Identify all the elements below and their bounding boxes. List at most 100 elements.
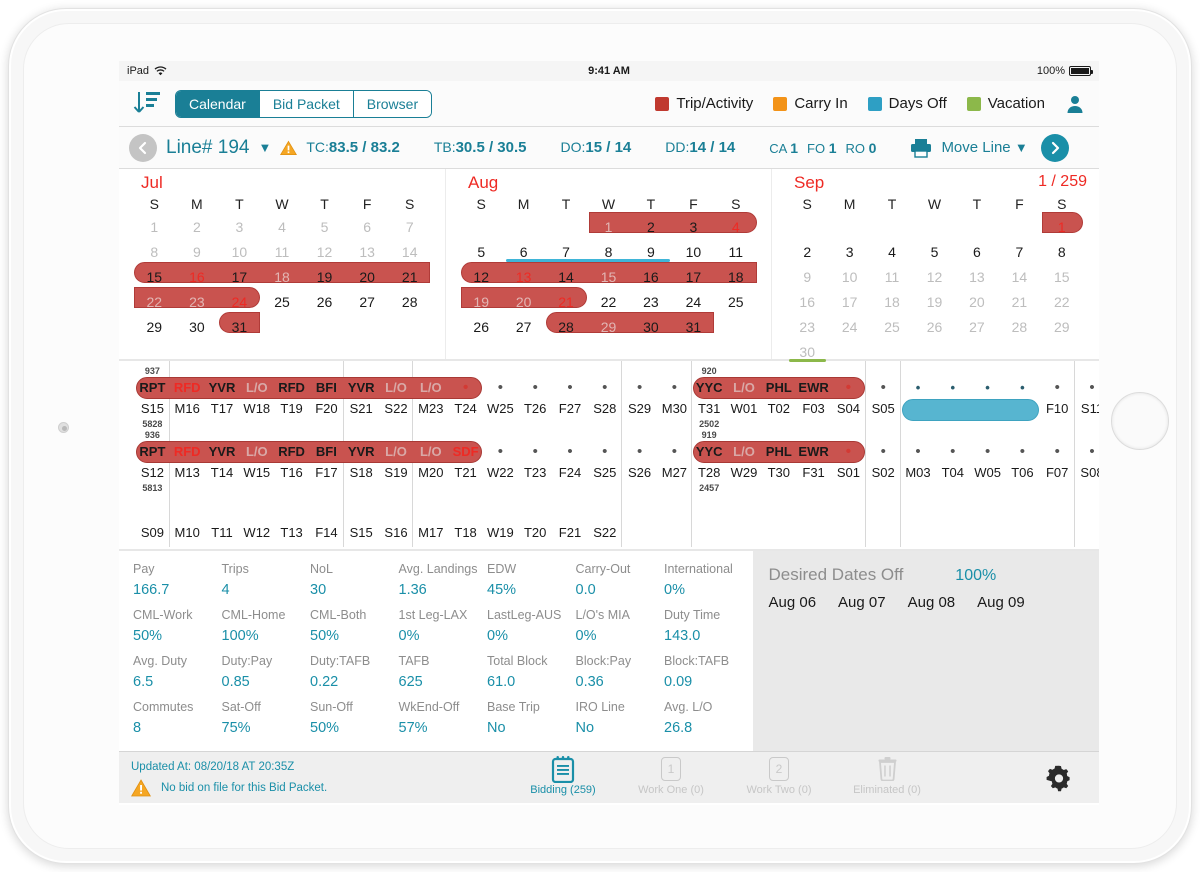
calendar-day[interactable]: 18: [871, 290, 913, 315]
sort-descending-icon[interactable]: [129, 88, 163, 120]
trip-strip-day[interactable]: 937 RPT S15 5828: [135, 365, 170, 429]
trip-strip-day[interactable]: • S05: [866, 365, 901, 428]
calendar-day[interactable]: 11: [871, 265, 913, 290]
printer-icon[interactable]: [910, 138, 932, 158]
trip-strip-day[interactable]: EWR F31: [796, 429, 831, 492]
calendar-day[interactable]: 4: [261, 215, 304, 240]
trip-strip-day[interactable]: F21: [553, 489, 588, 549]
calendar-day[interactable]: 1: [587, 215, 629, 240]
previous-line-button[interactable]: [129, 133, 157, 162]
calendar-day[interactable]: 17: [828, 290, 870, 315]
calendar-day[interactable]: 16: [176, 265, 219, 290]
calendar-day[interactable]: 7: [388, 215, 431, 240]
calendar-day[interactable]: 9: [630, 240, 672, 265]
trip-strip-day[interactable]: • T23: [518, 429, 553, 492]
trip-strip-day[interactable]: YVR S21: [344, 365, 379, 428]
calendar-day[interactable]: 29: [1041, 315, 1083, 340]
move-line-button[interactable]: Move Line ▼: [941, 139, 1027, 156]
trip-strip-day[interactable]: • S25: [587, 429, 622, 492]
trip-strip-day[interactable]: • S02: [866, 429, 901, 492]
calendar-day[interactable]: 9: [786, 265, 828, 290]
calendar-day[interactable]: 29: [133, 315, 176, 340]
calendar-day[interactable]: 10: [828, 265, 870, 290]
calendar-day[interactable]: 5: [913, 240, 955, 265]
calendar-day[interactable]: 22: [133, 290, 176, 315]
trip-strip-day[interactable]: BFI F20: [309, 365, 344, 428]
calendar-day[interactable]: 2: [786, 240, 828, 265]
trip-strip-day[interactable]: S16: [379, 489, 414, 549]
trip-strip-day[interactable]: • F27: [553, 365, 588, 428]
calendar-day[interactable]: 28: [388, 290, 431, 315]
calendar-day[interactable]: 25: [261, 290, 304, 315]
calendar-day[interactable]: 19: [913, 290, 955, 315]
calendar-day[interactable]: 19: [303, 265, 346, 290]
tab-calendar[interactable]: Calendar: [176, 90, 260, 117]
desired-date-off[interactable]: Aug 08: [908, 594, 956, 611]
calendar-day[interactable]: 18: [715, 265, 757, 290]
trip-strip-day[interactable]: • W05: [970, 429, 1005, 492]
chevron-down-icon[interactable]: ▼: [258, 140, 271, 155]
calendar-day[interactable]: 26: [303, 290, 346, 315]
trip-strip-day[interactable]: • M03: [901, 429, 936, 492]
trip-strip-day[interactable]: M17: [413, 489, 448, 549]
tab-work-one[interactable]: 1 Work One (0): [617, 755, 725, 797]
home-button[interactable]: [1111, 392, 1169, 450]
calendar-day[interactable]: 3: [672, 215, 714, 240]
trip-strip-day[interactable]: S15: [344, 489, 379, 549]
trip-strip-day[interactable]: • W25: [483, 365, 518, 428]
calendar-day[interactable]: 3: [218, 215, 261, 240]
calendar-day[interactable]: 1: [1041, 215, 1083, 240]
calendar-day[interactable]: 20: [346, 265, 389, 290]
tab-browser[interactable]: Browser: [353, 90, 432, 117]
days-off-bar[interactable]: [901, 399, 1039, 421]
calendar-day[interactable]: 27: [346, 290, 389, 315]
calendar-day[interactable]: 16: [630, 265, 672, 290]
trip-strip-day[interactable]: • F24: [553, 429, 588, 492]
calendar-day[interactable]: 7: [998, 240, 1040, 265]
trip-strip-day[interactable]: YVR T17: [205, 365, 240, 428]
calendar-day[interactable]: 8: [1041, 240, 1083, 265]
trip-strip-day[interactable]: • T24: [448, 365, 483, 428]
tab-bid-packet[interactable]: Bid Packet: [259, 90, 354, 117]
desired-date-off[interactable]: Aug 07: [838, 594, 886, 611]
calendar-day[interactable]: 10: [218, 240, 261, 265]
trip-strip-day[interactable]: • T26: [518, 365, 553, 428]
trip-strip-day[interactable]: M10: [170, 489, 205, 549]
calendar-day[interactable]: 16: [786, 290, 828, 315]
gear-icon[interactable]: [1045, 764, 1073, 792]
calendar-day[interactable]: 6: [502, 240, 544, 265]
calendar-day[interactable]: 17: [672, 265, 714, 290]
calendar-day[interactable]: 8: [133, 240, 176, 265]
trip-strip-day[interactable]: YVR S18: [344, 429, 379, 492]
trip-strip-day[interactable]: PHL T30: [761, 429, 796, 492]
calendar-day[interactable]: 13: [346, 240, 389, 265]
trip-strip-day[interactable]: W12: [239, 489, 274, 549]
calendar-day[interactable]: 15: [1041, 265, 1083, 290]
calendar-day[interactable]: 14: [388, 240, 431, 265]
trip-strip-day[interactable]: • M30: [657, 365, 692, 428]
trip-strip-day[interactable]: L/O W01: [727, 365, 762, 428]
calendar-day[interactable]: 3: [828, 240, 870, 265]
calendar-day[interactable]: 28: [998, 315, 1040, 340]
calendar-day[interactable]: 4: [715, 215, 757, 240]
calendar-day[interactable]: 23: [786, 315, 828, 340]
trip-strip-day[interactable]: • S01: [831, 429, 866, 492]
calendar-day[interactable]: 29: [587, 315, 629, 340]
calendar-day[interactable]: 18: [261, 265, 304, 290]
trip-strip-day[interactable]: L/O W18: [239, 365, 274, 428]
calendar-day[interactable]: 21: [545, 290, 587, 315]
calendar-day[interactable]: 17: [218, 265, 261, 290]
trip-strip-day[interactable]: • S28: [587, 365, 622, 428]
calendar-day[interactable]: 30: [786, 340, 828, 365]
trip-strip-day[interactable]: F14: [309, 489, 344, 549]
calendar-day[interactable]: 5: [460, 240, 502, 265]
calendar-day[interactable]: 27: [502, 315, 544, 340]
trip-strip-day[interactable]: • M27: [657, 429, 692, 492]
trip-strip-day[interactable]: T11: [205, 489, 240, 549]
calendar-day[interactable]: 21: [388, 265, 431, 290]
calendar-day[interactable]: 19: [460, 290, 502, 315]
trip-strip-day[interactable]: BFI F17: [309, 429, 344, 492]
trip-strip-day[interactable]: • T04: [935, 429, 970, 492]
trip-strip-day[interactable]: L/O M23: [413, 365, 448, 428]
trip-strip-day[interactable]: 920 YYC T31 2502: [692, 365, 727, 429]
